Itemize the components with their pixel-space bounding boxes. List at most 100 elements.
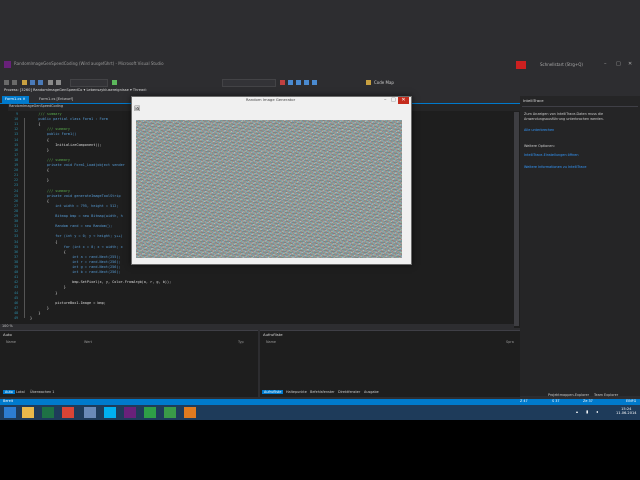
code-line[interactable]: { [30,122,40,126]
code-line[interactable]: } [30,285,66,289]
process-label[interactable]: Prozess: [3260] RandomImageGenSpeedCo ▾ … [4,88,147,92]
forward-icon[interactable] [12,80,17,85]
code-line[interactable]: int b = rand.Next(256); [30,270,120,274]
open-icon[interactable] [22,80,27,85]
code-line[interactable]: /// summary [30,189,70,193]
code-line[interactable]: int r = rand.Next(256); [30,260,120,264]
code-line[interactable]: { [30,168,49,172]
code-line[interactable]: InitializeComponent(); [30,143,101,147]
stop-icon[interactable] [280,80,285,85]
excel-icon[interactable] [42,407,54,418]
editor-vertical-scrollbar[interactable] [514,112,519,326]
camtasia2-icon[interactable] [164,407,176,418]
code-line[interactable]: private void generateImageToolStrip [30,194,121,198]
code-line[interactable]: Bitmap bmp = new Bitmap(width, h [30,214,122,218]
code-line[interactable]: private void Form1_Load(object sender [30,163,125,167]
explorer-icon[interactable] [22,407,34,418]
code-line[interactable]: pictureBox1.Image = bmp; [30,301,106,305]
tab-breakpoints[interactable]: Haltepunkte [286,390,307,394]
step-out-icon[interactable] [312,80,317,85]
code-line[interactable]: /// summary [30,112,61,116]
codemap-button[interactable]: Code Map [374,80,394,85]
intellitrace-link[interactable]: IntelliTrace-Einstellungen öffnen [524,153,578,157]
dialog-close-icon[interactable]: ✕ [398,97,409,104]
step-over-icon[interactable] [304,80,309,85]
tab-output[interactable]: Ausgabe [364,390,379,394]
code-line[interactable]: for (int y = 0; y < height; y++) [30,234,122,238]
tab-local[interactable]: Lokal [16,390,25,394]
column-value[interactable]: Wert [84,340,92,344]
taskbar-clock[interactable]: 15:24 11.06.2014 [616,407,637,415]
column-type[interactable]: Typ [238,340,244,344]
chrome-icon[interactable] [62,407,74,418]
code-line[interactable]: } [30,291,57,295]
windows-icon[interactable] [4,407,16,418]
code-line[interactable]: } [30,311,40,315]
code-line[interactable]: { [30,138,49,142]
code-line[interactable]: } [30,148,49,152]
code-line[interactable]: public Form1() [30,132,77,136]
volume-tray-icon[interactable]: ◂ [596,409,598,414]
skype-icon[interactable] [104,407,116,418]
tab-immediate-window[interactable]: Direktfenster [338,390,360,394]
visualstudio-icon[interactable] [124,407,136,418]
camtasia-icon[interactable] [144,407,156,418]
tab-team-explorer[interactable]: Team Explorer [594,393,618,397]
network-icon[interactable] [84,407,96,418]
maximize-icon[interactable]: □ [616,61,621,67]
column-name[interactable]: Name [266,340,276,344]
configuration-combo[interactable] [70,79,108,87]
tab-watch[interactable]: Überwachen 1 [30,390,54,394]
editor-horizontal-scrollbar[interactable] [0,324,514,328]
generate-image-menu-icon[interactable]: 🖼 [134,106,140,112]
code-line[interactable]: public partial class Form1 : Form [30,117,108,121]
continue-icon[interactable] [112,80,117,85]
code-line[interactable]: { [30,240,57,244]
quick-launch[interactable]: Schnellstart (Strg+Q) [540,62,583,67]
code-line[interactable]: } [30,178,49,182]
tab-solution-explorer[interactable]: Projektmappen-Explorer [548,393,589,397]
tab-callstack[interactable]: Aufrufliste [262,390,284,394]
debug-target-combo[interactable] [222,79,276,87]
minimize-icon[interactable]: – [604,61,607,67]
codemap-icon[interactable] [366,80,371,85]
column-language[interactable]: Spra [506,340,514,344]
save-icon[interactable] [30,80,35,85]
tab-form1-designer[interactable]: Form1.cs [Entwurf] [36,96,76,103]
feedback-flag-icon[interactable] [516,61,526,69]
save-all-icon[interactable] [38,80,43,85]
code-line[interactable]: } [30,316,32,320]
code-line[interactable]: for (int x = 0; x < width; x [30,245,123,249]
tab-auto[interactable]: Auto [3,390,15,394]
code-line[interactable]: int width = 795, height = 512; [30,204,118,208]
dialog-minimize-icon[interactable]: – [384,97,387,103]
back-icon[interactable] [4,80,9,85]
step-into-icon[interactable] [296,80,301,85]
project-dropdown[interactable]: RandomImageGenSpeedCoding [9,104,63,108]
intellitrace-link[interactable]: Weitere Informationen zu IntelliTrace [524,165,586,169]
restart-icon[interactable] [288,80,293,85]
app-icon[interactable] [184,407,196,418]
dialog-maximize-icon[interactable]: □ [391,97,396,103]
code-line[interactable]: bmp.SetPixel(x, y, Color.FromArgb(a, r, … [30,280,171,284]
network-tray-icon[interactable]: ▮ [586,409,588,414]
code-line[interactable]: /// summary [30,158,70,162]
intellitrace-title: IntelliTrace [523,98,544,103]
line-number: 12 [14,127,18,132]
code-line[interactable]: /// summary [30,127,70,131]
code-line[interactable]: int g = rand.Next(256); [30,265,120,269]
code-line[interactable]: { [30,250,66,254]
redo-icon[interactable] [56,80,61,85]
close-icon[interactable]: ✕ [628,61,632,67]
code-line[interactable]: int a = rand.Next(255); [30,255,120,259]
tab-command-window[interactable]: Befehlsfenster [310,390,335,394]
code-line[interactable]: Random rand = new Random(); [30,224,112,228]
column-name[interactable]: Name [6,340,16,344]
tab-form1-cs[interactable]: Form1.cs ✕ [2,96,29,103]
tray-arrow-icon[interactable]: ▴ [576,409,578,414]
zoom-level[interactable]: 100 % [2,324,13,328]
intellitrace-link[interactable]: Alle unterbrechen [524,128,554,132]
code-line[interactable]: } [30,306,49,310]
code-line[interactable]: { [30,199,49,203]
undo-icon[interactable] [48,80,53,85]
